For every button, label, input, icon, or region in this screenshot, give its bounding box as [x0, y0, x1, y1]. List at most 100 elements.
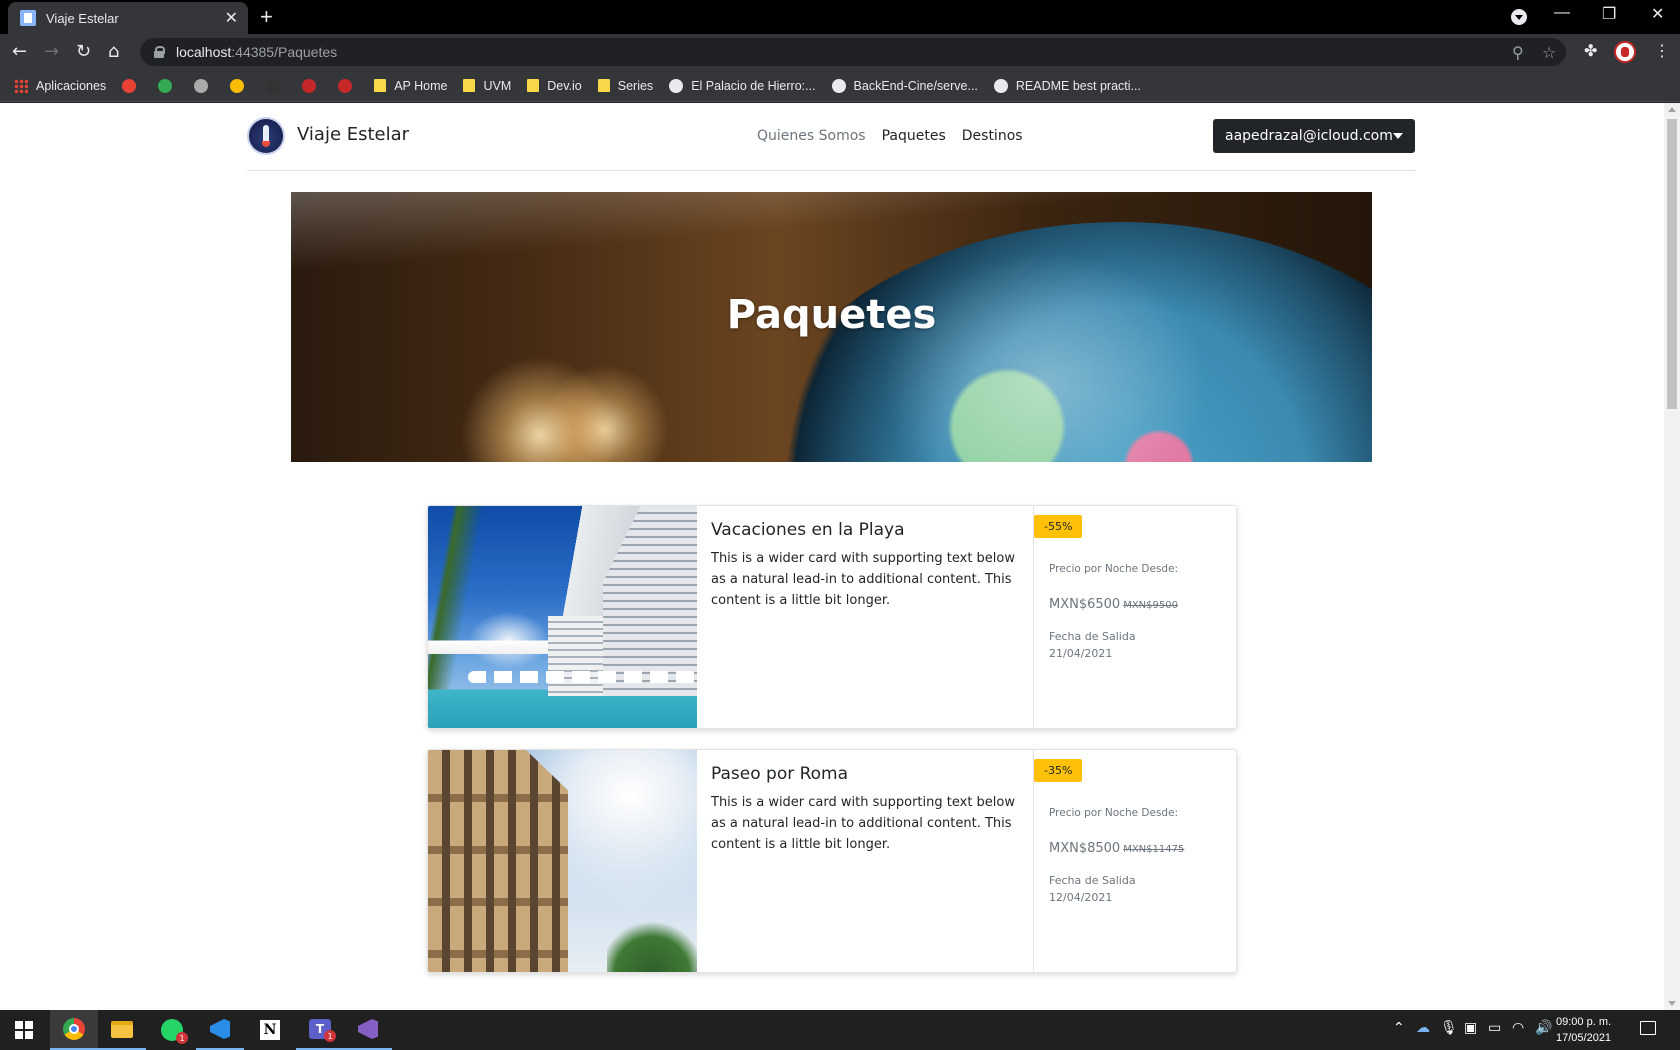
taskbar-whatsapp[interactable]: 1: [148, 1010, 196, 1050]
battery-icon[interactable]: ▭: [1488, 1020, 1501, 1036]
browser-menu-icon[interactable]: ⋮: [1654, 41, 1670, 60]
drive-icon: [158, 78, 173, 93]
bookmark-item[interactable]: README best practi...: [993, 78, 1141, 93]
taskbar-teams[interactable]: T1: [296, 1010, 344, 1050]
current-price: MXN$6500: [1049, 597, 1121, 612]
departure-date: 12/04/2021: [1049, 891, 1113, 904]
bookmark-item[interactable]: [230, 78, 252, 93]
taskbar-visual-studio[interactable]: [344, 1010, 392, 1050]
bookmark-item[interactable]: AP Home: [374, 79, 447, 93]
restore-button[interactable]: ❐: [1602, 4, 1616, 24]
taskbar-chrome[interactable]: [50, 1010, 98, 1050]
visual-studio-icon: [358, 1019, 378, 1039]
rocket-logo-icon[interactable]: [247, 117, 285, 155]
beach-umbrellas-image: [468, 671, 697, 683]
colosseum-wall-image: [428, 750, 568, 972]
volume-icon[interactable]: 🔊: [1535, 1020, 1552, 1036]
nav-link-destinos[interactable]: Destinos: [962, 128, 1023, 144]
notification-center-icon[interactable]: [1640, 1021, 1656, 1035]
teams-notification-badge: 1: [324, 1030, 336, 1042]
main-nav: Quienes Somos Paquetes Destinos: [757, 128, 1023, 144]
taskbar-file-explorer[interactable]: [98, 1010, 146, 1050]
zoom-icon[interactable]: ⚲: [1512, 43, 1524, 62]
nav-link-paquetes[interactable]: Paquetes: [882, 128, 946, 144]
bookmark-label: README best practi...: [1015, 78, 1141, 93]
chrome-icon: [63, 1018, 85, 1040]
package-title[interactable]: Vacaciones en la Playa: [711, 520, 1019, 540]
apple-icon: [194, 78, 209, 93]
page-viewport: Viaje Estelar Quienes Somos Paquetes Desti…: [0, 103, 1664, 1010]
bookmark-item[interactable]: [338, 78, 360, 93]
beach-hotel-image: [428, 506, 697, 728]
site-header: Viaje Estelar Quienes Somos Paquetes Desti…: [247, 103, 1415, 171]
home-icon[interactable]: ⌂: [108, 41, 119, 62]
browser-tab[interactable]: Viaje Estelar ✕: [8, 2, 248, 34]
bookmark-label: Dev.io: [547, 78, 582, 93]
page-scrollbar[interactable]: [1664, 103, 1680, 1010]
profile-avatar-icon[interactable]: [1614, 41, 1636, 63]
price-label: Precio por Noche Desde:: [1049, 563, 1179, 575]
bookmark-item[interactable]: El Palacio de Hierro:...: [669, 78, 816, 93]
package-card[interactable]: Vacaciones en la Playa This is a wider c…: [427, 505, 1237, 729]
bookmark-label: AP Home: [394, 78, 448, 93]
bookmark-item[interactable]: Series: [597, 78, 654, 93]
package-body: Paseo por Roma This is a wider card with…: [697, 750, 1034, 972]
gmail-icon: [122, 78, 137, 93]
page-favicon-icon: [20, 10, 36, 26]
bookmark-label: Series: [617, 78, 654, 93]
new-tab-button[interactable]: +: [260, 4, 273, 30]
back-arrow-icon[interactable]: ←: [12, 41, 27, 62]
bookmark-item[interactable]: [158, 78, 180, 93]
show-hidden-icons-chevron-icon[interactable]: ⌃: [1393, 1020, 1405, 1036]
browser-toolbar: ← → ↻ ⌂ localhost:44385/Paquetes ⚲ ☆ ✤ ⋮: [0, 34, 1680, 70]
windows-taskbar: 1 N T1 ⌃ ☁ 🎙 ▣ ▭ ◠ 🔊 09:00 p. m. 17/05/2…: [0, 1010, 1680, 1050]
start-button[interactable]: [0, 1010, 48, 1050]
minimize-button[interactable]: —: [1554, 4, 1570, 22]
taskbar-clock[interactable]: 09:00 p. m. 17/05/2021: [1556, 1014, 1611, 1046]
whatsapp-notification-badge: 1: [176, 1032, 188, 1044]
hotel-tower-image: [603, 506, 697, 696]
tab-search-icon[interactable]: [1511, 9, 1527, 25]
extensions-puzzle-icon[interactable]: ✤: [1584, 41, 1597, 60]
taskbar-vscode[interactable]: [196, 1010, 244, 1050]
folder-icon: [527, 79, 540, 92]
tab-close-button[interactable]: ✕: [225, 8, 238, 28]
bookmark-item[interactable]: Dev.io: [527, 79, 582, 93]
nav-link-quienes-somos[interactable]: Quienes Somos: [757, 128, 866, 144]
scroll-up-arrow-icon[interactable]: [1668, 107, 1676, 112]
wifi-icon[interactable]: ◠: [1512, 1020, 1524, 1036]
old-price: MXN$11475: [1123, 844, 1185, 855]
package-price-panel: -55% Precio por Noche Desde: MXN$6500 MXN…: [1034, 506, 1236, 728]
scroll-down-arrow-icon[interactable]: [1668, 1001, 1676, 1006]
forward-arrow-icon[interactable]: →: [44, 41, 59, 62]
microphone-icon[interactable]: 🎙: [1440, 1020, 1458, 1036]
window-close-button[interactable]: ✕: [1651, 4, 1664, 24]
bookmark-item[interactable]: [302, 78, 324, 93]
clock-date: 17/05/2021: [1556, 1032, 1612, 1044]
bookmark-item[interactable]: [122, 78, 144, 93]
package-price-panel: -35% Precio por Noche Desde: MXN$8500 MXN…: [1034, 750, 1236, 972]
display-icon[interactable]: ▣: [1464, 1020, 1477, 1036]
package-card[interactable]: Paseo por Roma This is a wider card with…: [427, 749, 1237, 973]
page-title: Paquetes: [726, 292, 937, 338]
bookmark-item[interactable]: [266, 78, 288, 93]
caret-down-icon: [1393, 133, 1403, 139]
reload-icon[interactable]: ↻: [76, 41, 91, 62]
bookmark-star-icon[interactable]: ☆: [1542, 43, 1556, 62]
site-brand[interactable]: Viaje Estelar: [297, 124, 409, 145]
pinwheel-icon: [230, 78, 245, 93]
bookmark-item[interactable]: BackEnd-Cine/serve...: [831, 78, 978, 93]
bookmark-item[interactable]: Aplicaciones: [14, 78, 106, 93]
tab-title: Viaje Estelar: [46, 10, 119, 26]
taskbar-notion[interactable]: N: [246, 1010, 294, 1050]
user-menu-button[interactable]: aapedrazal@icloud.com: [1213, 119, 1415, 153]
cloud-sync-icon[interactable]: ☁: [1416, 1020, 1430, 1036]
bookmark-item[interactable]: UVM: [463, 79, 511, 93]
package-title[interactable]: Paseo por Roma: [711, 764, 1019, 784]
github-icon: [831, 78, 846, 93]
lock-icon[interactable]: [154, 46, 165, 58]
scrollbar-thumb[interactable]: [1667, 119, 1677, 409]
address-bar[interactable]: localhost:44385/Paquetes ⚲ ☆: [140, 38, 1566, 66]
bookmark-item[interactable]: [194, 78, 216, 93]
price-amount: MXN$6500 MXN$9500: [1049, 597, 1178, 612]
